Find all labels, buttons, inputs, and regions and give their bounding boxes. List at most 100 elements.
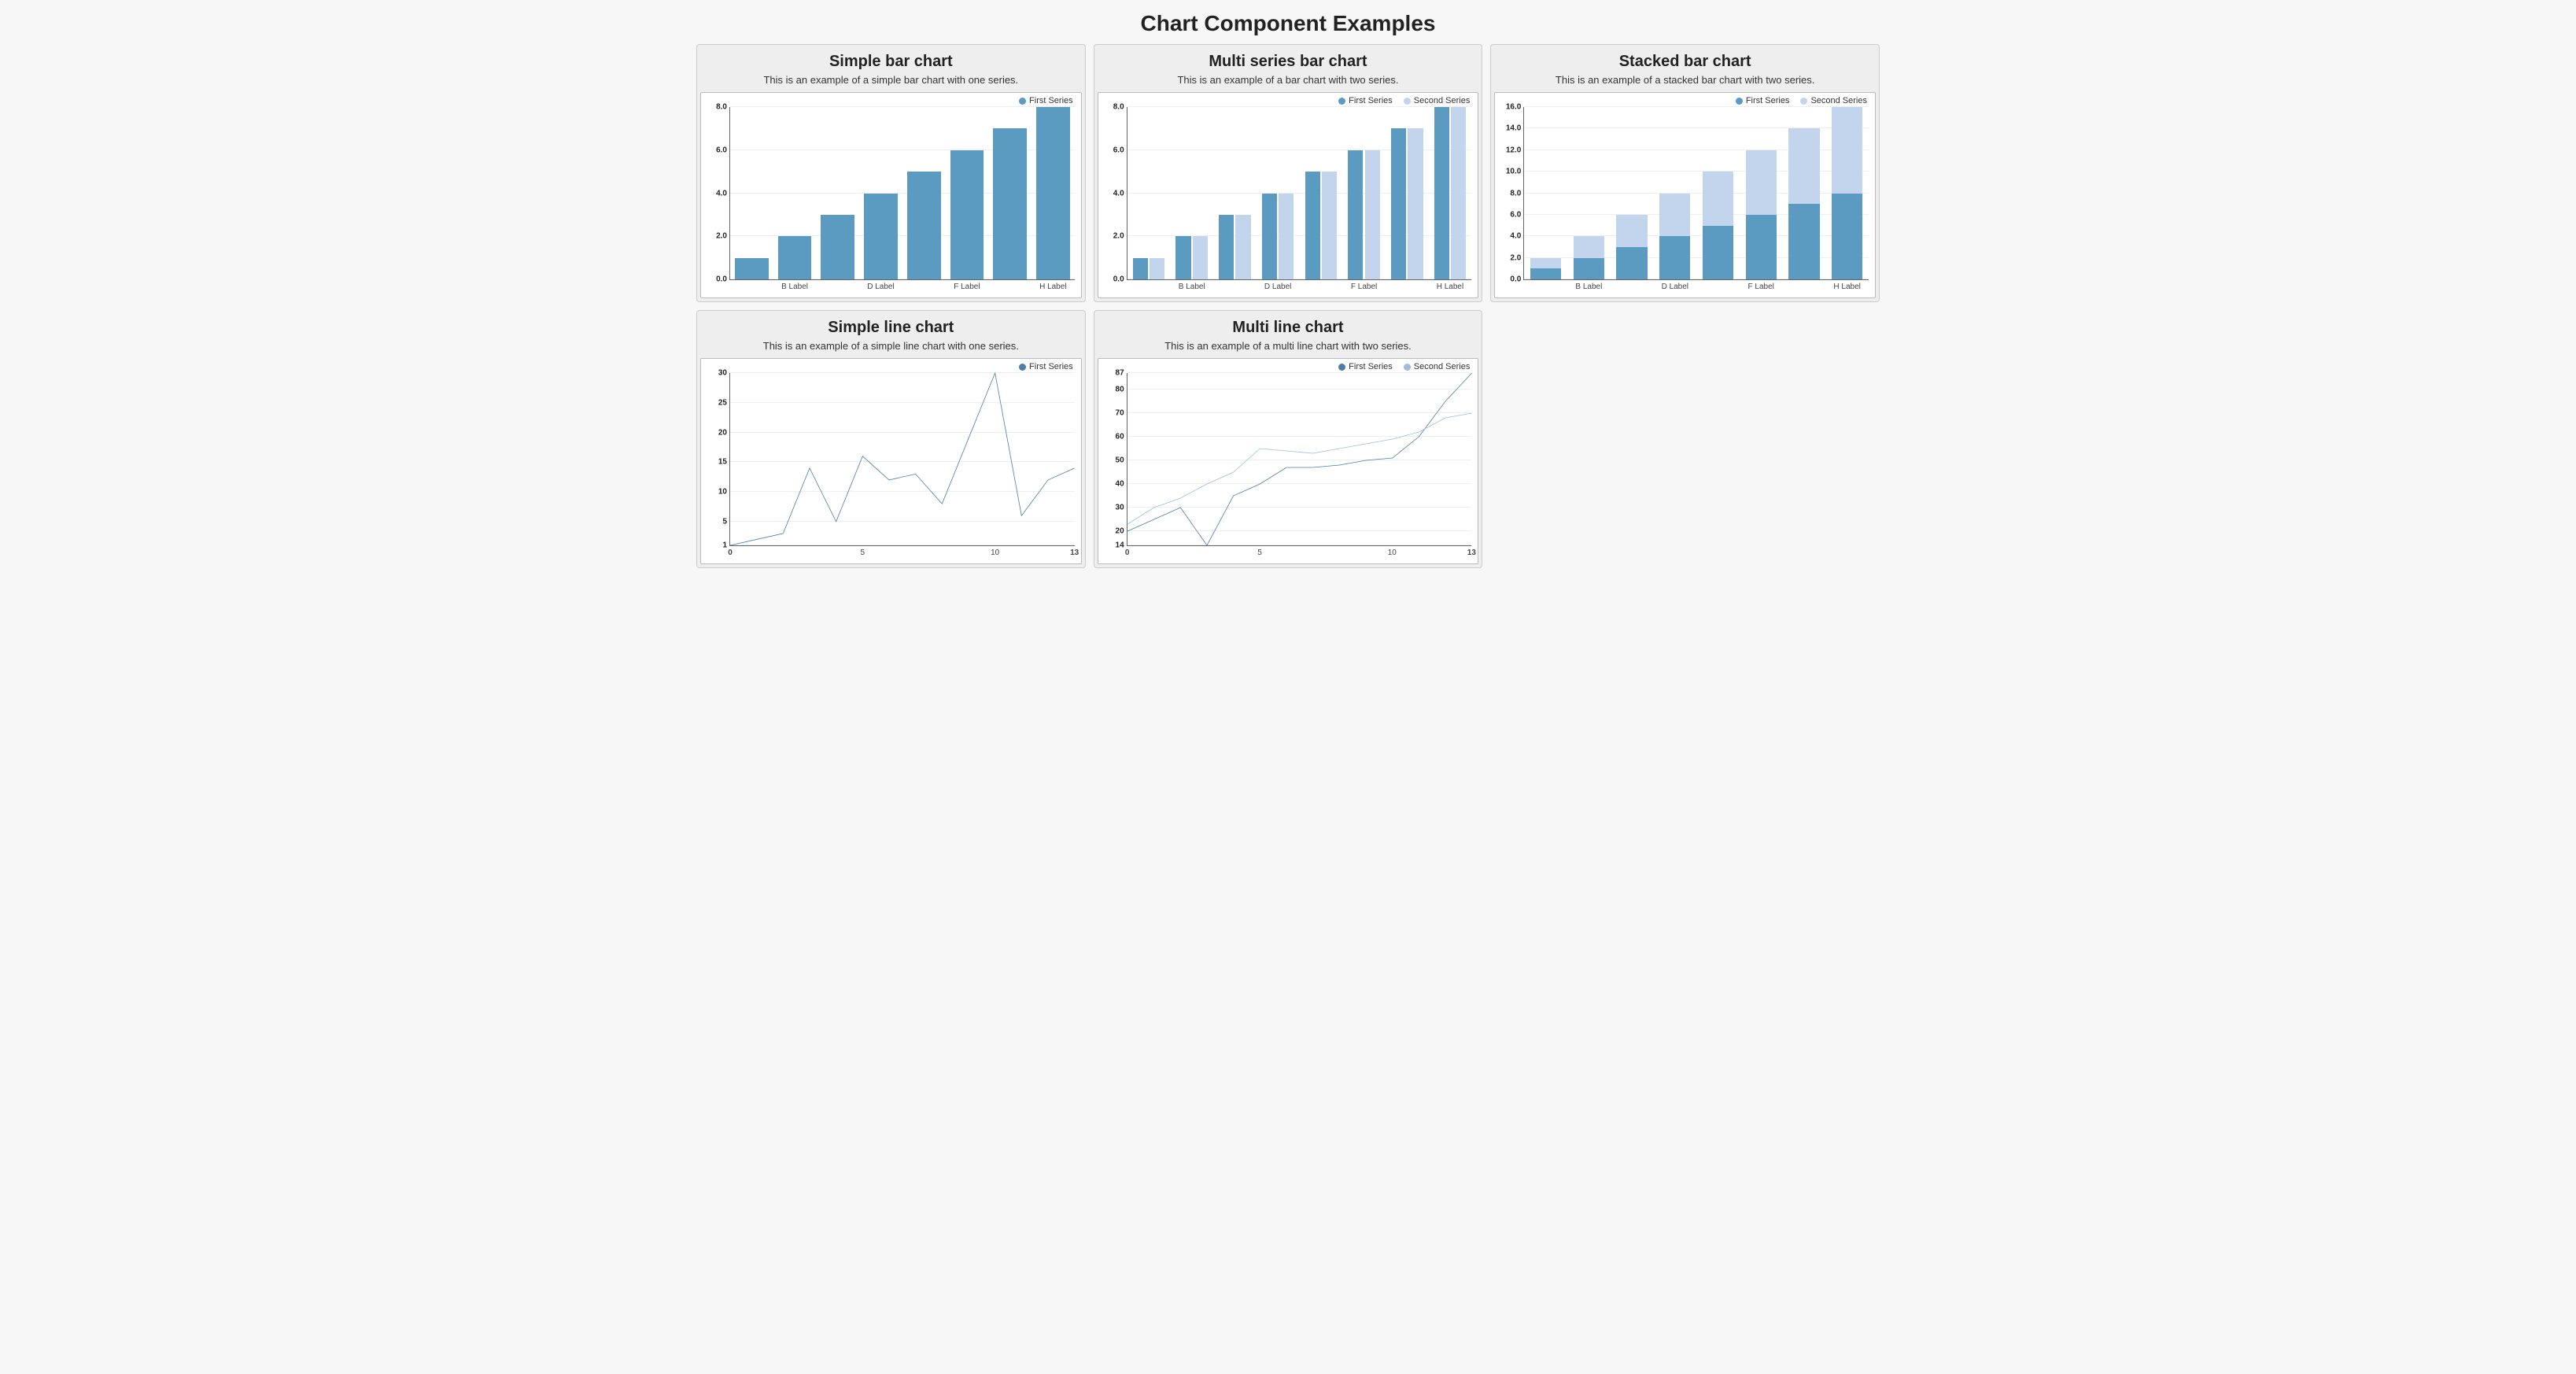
y-axis-tick: 6.0 xyxy=(1510,210,1524,219)
bar-segment xyxy=(1616,215,1647,247)
legend-swatch-icon xyxy=(1800,98,1807,105)
y-axis-tick: 8.0 xyxy=(1510,189,1524,198)
bar-segment xyxy=(1746,215,1777,279)
bar-segment xyxy=(1574,236,1604,257)
x-axis-tick: F Label xyxy=(1351,279,1377,291)
legend: First Series xyxy=(703,362,1079,371)
bar-segment xyxy=(1746,150,1777,215)
bar xyxy=(1133,258,1148,279)
y-axis-tick: 40 xyxy=(1116,480,1127,489)
plot-area: 0.02.04.06.08.0B LabelD LabelF LabelH La… xyxy=(1127,107,1472,280)
x-axis-tick: 5 xyxy=(1257,545,1262,557)
bar-segment xyxy=(1530,258,1561,269)
x-axis-tick: D Label xyxy=(1662,279,1688,291)
bar-segment xyxy=(1659,236,1690,279)
chart-subtitle: This is an example of a simple bar chart… xyxy=(700,74,1082,86)
line-svg xyxy=(1127,373,1472,545)
legend-label: First Series xyxy=(1029,362,1073,371)
legend: First Series Second Series xyxy=(1100,96,1477,105)
plot-area: 151015202530051013 xyxy=(729,373,1075,546)
y-axis-tick: 2.0 xyxy=(1510,253,1524,262)
page: Chart Component Examples Simple bar char… xyxy=(690,0,1886,574)
plot-frame: First Series 151015202530051013 xyxy=(700,358,1082,564)
bar xyxy=(821,215,854,279)
y-axis-tick: 25 xyxy=(718,398,730,407)
chart-title: Multi line chart xyxy=(1098,319,1479,337)
x-axis-tick: 10 xyxy=(991,545,999,557)
gridline xyxy=(1127,106,1472,107)
legend-swatch-icon xyxy=(1019,364,1026,371)
y-axis-tick: 10 xyxy=(718,488,730,497)
y-axis-tick: 16.0 xyxy=(1506,103,1524,112)
bar-segment xyxy=(1788,204,1819,279)
x-axis-tick: B Label xyxy=(1179,279,1205,291)
plot-frame: First Series 0.02.04.06.08.0B LabelD Lab… xyxy=(700,92,1082,298)
bar xyxy=(1219,215,1234,279)
bar xyxy=(1279,194,1294,280)
x-axis-tick: H Label xyxy=(1039,279,1066,291)
bar xyxy=(1262,194,1277,280)
bar xyxy=(950,150,984,279)
chart-title: Stacked bar chart xyxy=(1494,53,1876,71)
bar-segment xyxy=(1574,258,1604,279)
bar-segment xyxy=(1832,107,1862,194)
y-axis-tick: 4.0 xyxy=(1113,189,1127,198)
plot-area: 142030405060708087051013 xyxy=(1127,373,1472,546)
y-axis-tick: 50 xyxy=(1116,456,1127,465)
x-axis-tick: D Label xyxy=(867,279,894,291)
legend-swatch-icon xyxy=(1404,98,1411,105)
legend: First Series Second Series xyxy=(1100,362,1477,371)
legend-swatch-icon xyxy=(1736,98,1743,105)
legend-swatch-icon xyxy=(1338,98,1345,105)
bar xyxy=(907,172,941,279)
x-axis-tick: D Label xyxy=(1264,279,1291,291)
legend-label: First Series xyxy=(1349,96,1393,105)
legend: First Series xyxy=(703,96,1079,105)
plot-area: 0.02.04.06.08.0B LabelD LabelF LabelH La… xyxy=(729,107,1075,280)
legend-label: Second Series xyxy=(1810,96,1867,105)
x-axis-tick: 13 xyxy=(1070,545,1079,557)
chart-title: Multi series bar chart xyxy=(1098,53,1479,71)
bar xyxy=(1305,172,1320,279)
bar xyxy=(1408,128,1423,279)
gridline xyxy=(1524,106,1869,107)
legend-swatch-icon xyxy=(1338,364,1345,371)
legend-label: First Series xyxy=(1029,96,1073,105)
y-axis-tick: 4.0 xyxy=(716,189,730,198)
y-axis-tick: 6.0 xyxy=(716,146,730,154)
bar xyxy=(1434,107,1449,279)
x-axis-tick: 0 xyxy=(728,545,733,557)
bar xyxy=(1150,258,1164,279)
bar-segment xyxy=(1832,194,1862,280)
page-title: Chart Component Examples xyxy=(696,11,1880,36)
chart-subtitle: This is an example of a bar chart with t… xyxy=(1098,74,1479,86)
legend-label: First Series xyxy=(1349,362,1393,371)
chart-grid: Simple bar chart This is an example of a… xyxy=(696,44,1880,568)
bar xyxy=(1365,150,1380,279)
chart-title: Simple bar chart xyxy=(700,53,1082,71)
y-axis-tick: 14.0 xyxy=(1506,124,1524,133)
y-axis-tick: 0.0 xyxy=(1510,275,1524,284)
y-axis-tick: 8.0 xyxy=(1113,103,1127,112)
bar xyxy=(1193,236,1208,279)
x-axis-tick: 5 xyxy=(861,545,865,557)
y-axis-tick: 5 xyxy=(722,517,730,526)
bar xyxy=(735,258,769,279)
chart-title: Simple line chart xyxy=(700,319,1082,337)
y-axis-tick: 6.0 xyxy=(1113,146,1127,154)
y-axis-tick: 2.0 xyxy=(1113,232,1127,241)
x-axis-tick: F Label xyxy=(954,279,980,291)
bar xyxy=(864,194,898,280)
y-axis-tick: 0.0 xyxy=(1113,275,1127,284)
legend-swatch-icon xyxy=(1404,364,1411,371)
plot-frame: First Series Second Series 0.02.04.06.08… xyxy=(1494,92,1876,298)
line-series xyxy=(1127,413,1472,524)
legend-label: Second Series xyxy=(1414,362,1471,371)
x-axis-tick: H Label xyxy=(1437,279,1463,291)
x-axis-tick: 13 xyxy=(1467,545,1476,557)
bar xyxy=(1322,172,1337,279)
bar xyxy=(1235,215,1250,279)
bar-segment xyxy=(1703,172,1733,225)
legend-label: First Series xyxy=(1746,96,1790,105)
bar xyxy=(1036,107,1070,279)
